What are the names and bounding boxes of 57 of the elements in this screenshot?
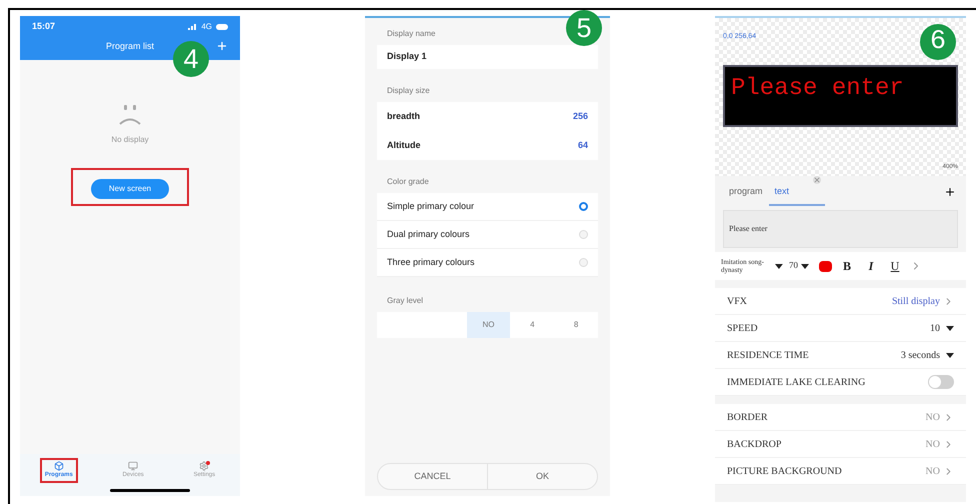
section-label: Gray level [386, 295, 424, 307]
tab-icon [199, 461, 210, 471]
empty-message: No display [111, 134, 149, 146]
option-label: Dual primary colours [387, 228, 470, 241]
size-label: Altitude [387, 138, 420, 152]
section-label: Color grade [386, 176, 430, 188]
option-label: Simple primary colour [387, 200, 474, 213]
font-size-dropdown[interactable]: 70 [789, 259, 809, 273]
editor-tab[interactable]: program [723, 180, 769, 206]
setting-dropdown[interactable]: 3 seconds [900, 348, 954, 362]
radio-button[interactable] [579, 202, 588, 211]
setting-label: BACKDROP [727, 438, 782, 452]
sad-face-icon [117, 104, 143, 126]
toggle-switch[interactable] [928, 375, 954, 389]
setting-value[interactable]: NO [926, 436, 954, 452]
text-style-button[interactable]: B [838, 257, 856, 275]
tab-icon [54, 461, 64, 471]
step-number-badge: 5 [566, 10, 602, 46]
dialog-button[interactable]: CANCEL [378, 464, 487, 489]
size-label: breadth [387, 110, 420, 123]
step-number-badge: 4 [173, 41, 209, 77]
setting-label: VFX [727, 294, 748, 308]
section-label: Display name [386, 28, 436, 40]
status-time: 15:07 [32, 20, 56, 33]
caret-icon [801, 264, 809, 268]
setting-value[interactable]: Still display [892, 294, 954, 308]
display-name-field[interactable]: Display 1 [377, 45, 598, 69]
color-swatch[interactable] [819, 260, 832, 272]
preview-text: Please enter [731, 74, 904, 102]
network-label: 4G [201, 20, 212, 33]
tab-icon [128, 461, 138, 471]
shade-level-option[interactable]: NO [466, 312, 510, 338]
signal-icon [188, 24, 198, 30]
caret-icon [775, 264, 783, 268]
setting-label: BORDER [727, 410, 768, 424]
size-value[interactable]: 64 [578, 138, 588, 152]
dialog-button[interactable]: OK [487, 464, 597, 489]
text-style-button[interactable]: U [886, 257, 904, 275]
text-style-button[interactable]: I [862, 257, 880, 275]
section-label: Display size [386, 85, 431, 97]
size-value[interactable]: 256 [572, 110, 588, 124]
new-screen-button[interactable]: New screen [91, 179, 169, 199]
setting-label: RESIDENCE TIME [727, 348, 809, 362]
setting-label: PICTURE BACKGROUND [727, 464, 842, 478]
screen-title: Program list [106, 40, 154, 53]
option-label: Three primary colours [387, 256, 475, 269]
add-icon[interactable] [944, 186, 956, 198]
setting-value[interactable]: NO [926, 464, 954, 478]
caret-icon [946, 352, 954, 358]
text-input-field[interactable]: Please enter [723, 210, 958, 248]
battery-icon [216, 24, 228, 30]
setting-label: SPEED [727, 322, 758, 336]
setting-value[interactable]: NO [926, 410, 954, 424]
setting-dropdown[interactable]: 10 [930, 320, 954, 336]
caret-icon [946, 326, 954, 330]
setting-label: IMMEDIATE LAKE CLEARING [727, 376, 866, 390]
close-icon[interactable] [812, 176, 821, 184]
